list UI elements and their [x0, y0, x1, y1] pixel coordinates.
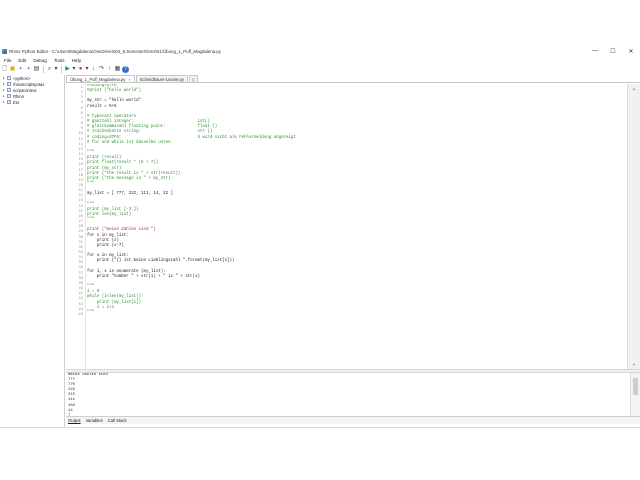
- menu-tools[interactable]: Tools: [54, 58, 65, 63]
- tab-schmidbauer[interactable]: Schmidbauer-Leonie.py: [135, 75, 188, 82]
- output-scrollbar[interactable]: [630, 373, 640, 416]
- tab-variables[interactable]: Variables: [86, 418, 103, 423]
- new-tab-icon: ▯: [192, 76, 195, 82]
- minimize-button[interactable]: —: [586, 46, 604, 56]
- code-line[interactable]: """: [87, 311, 626, 316]
- line-number-gutter: 1 2 3 4 5 6 7 8 9 10 11 12 13 14 15 16 17 18 19 20 21 22 23 24 2…: [66, 84, 86, 369]
- find-icon[interactable]: ⌕: [46, 66, 53, 73]
- module-icon: [7, 100, 11, 104]
- step-over-icon[interactable]: ↷: [98, 66, 105, 73]
- step-out-icon[interactable]: ↑: [106, 66, 113, 73]
- menu-debug[interactable]: Debug: [33, 58, 47, 63]
- stop-icon[interactable]: ●: [77, 66, 84, 73]
- rhino-app-icon: [2, 48, 7, 54]
- window-bottom-border: [0, 427, 640, 428]
- new-file-icon[interactable]: 🗋: [1, 66, 8, 73]
- tree-item-label: rhinoscriptsyntax: [13, 81, 45, 87]
- tree-item-label: Rhino: [13, 93, 24, 99]
- scroll-thumb[interactable]: [633, 378, 638, 395]
- help-icon[interactable]: ?: [122, 66, 129, 73]
- code-editor[interactable]: 1 2 3 4 5 6 7 8 9 10 11 12 13 14 15 16 17 18 19 20 21 22 23 24 2…: [66, 84, 626, 369]
- tab-output[interactable]: Output: [68, 418, 81, 423]
- save-icon[interactable]: ▪: [17, 66, 24, 73]
- code-area[interactable]: #coding=UTF8 #print ("hello world") my_str…: [86, 84, 626, 369]
- scroll-down-icon[interactable]: ▼: [632, 362, 636, 367]
- toolbar: 🗋 ▣ ▪ ▪ ▤ ⌕ ▾ ▶ ▾ ● ▾ ↓ ↷ ↑ ▦ ?: [0, 64, 640, 75]
- toolbar-separator: [43, 66, 44, 73]
- print-icon[interactable]: ▤: [33, 66, 40, 73]
- menu-help[interactable]: Help: [72, 58, 81, 63]
- close-window-button[interactable]: ✕: [622, 46, 640, 56]
- line-number: 45: [78, 310, 83, 316]
- tab-label: Schmidbauer-Leonie.py: [139, 76, 184, 82]
- module-icon: [7, 94, 11, 98]
- title-bar: Rhino Python Editor - C:\Users\Magdalena…: [0, 46, 640, 56]
- tree-item-eto[interactable]: ▸ Eto: [0, 99, 64, 105]
- editor-tabs: Übung_1_Puff_Magdalena.py × Schmidbauer-…: [66, 75, 640, 83]
- editor-scrollbar[interactable]: ▲ ▼: [627, 84, 640, 369]
- menu-bar: File Edit Debug Tools Help: [0, 56, 640, 64]
- close-tab-icon[interactable]: ×: [128, 77, 130, 82]
- run-icon[interactable]: ▶: [64, 66, 71, 73]
- menu-edit[interactable]: Edit: [18, 58, 26, 63]
- find-dropdown-icon[interactable]: ▾: [54, 66, 58, 73]
- new-tab-button[interactable]: ▯: [188, 75, 198, 82]
- tab-call-stack[interactable]: Call Stack: [108, 418, 127, 423]
- run-dropdown-icon[interactable]: ▾: [72, 66, 76, 73]
- module-icon: [7, 82, 11, 86]
- module-icon: [7, 88, 11, 92]
- menu-file[interactable]: File: [4, 58, 11, 63]
- scroll-up-icon[interactable]: ▲: [632, 86, 636, 91]
- step-into-icon[interactable]: ↓: [90, 66, 97, 73]
- tree-item-label: scriptcontext: [13, 87, 37, 93]
- bottom-panel-tabs: Output Variables Call Stack: [66, 416, 640, 424]
- window-title: Rhino Python Editor - C:\Users\Magdalena…: [9, 48, 222, 54]
- open-folder-icon[interactable]: ▣: [9, 66, 16, 73]
- maximize-button[interactable]: ☐: [604, 46, 622, 56]
- debug-dropdown-icon[interactable]: ▾: [85, 66, 89, 73]
- tree-item-label: <python>: [13, 75, 31, 81]
- toolbar-separator: [61, 66, 62, 73]
- tab-uebung[interactable]: Übung_1_Puff_Magdalena.py ×: [66, 75, 135, 82]
- options-icon[interactable]: ▦: [114, 66, 121, 73]
- save-all-icon[interactable]: ▪: [25, 66, 32, 73]
- autocomplete-tree: ▸ <python> ▸ rhinoscriptsyntax ▸ scriptc…: [0, 75, 65, 427]
- window-controls: — ☐ ✕: [586, 46, 640, 56]
- tree-item-label: Eto: [13, 99, 20, 105]
- output-panel: meine Zahlen sind77777022221511110414722: [66, 373, 630, 416]
- module-icon: [7, 76, 11, 80]
- tab-label: Übung_1_Puff_Magdalena.py: [70, 76, 126, 82]
